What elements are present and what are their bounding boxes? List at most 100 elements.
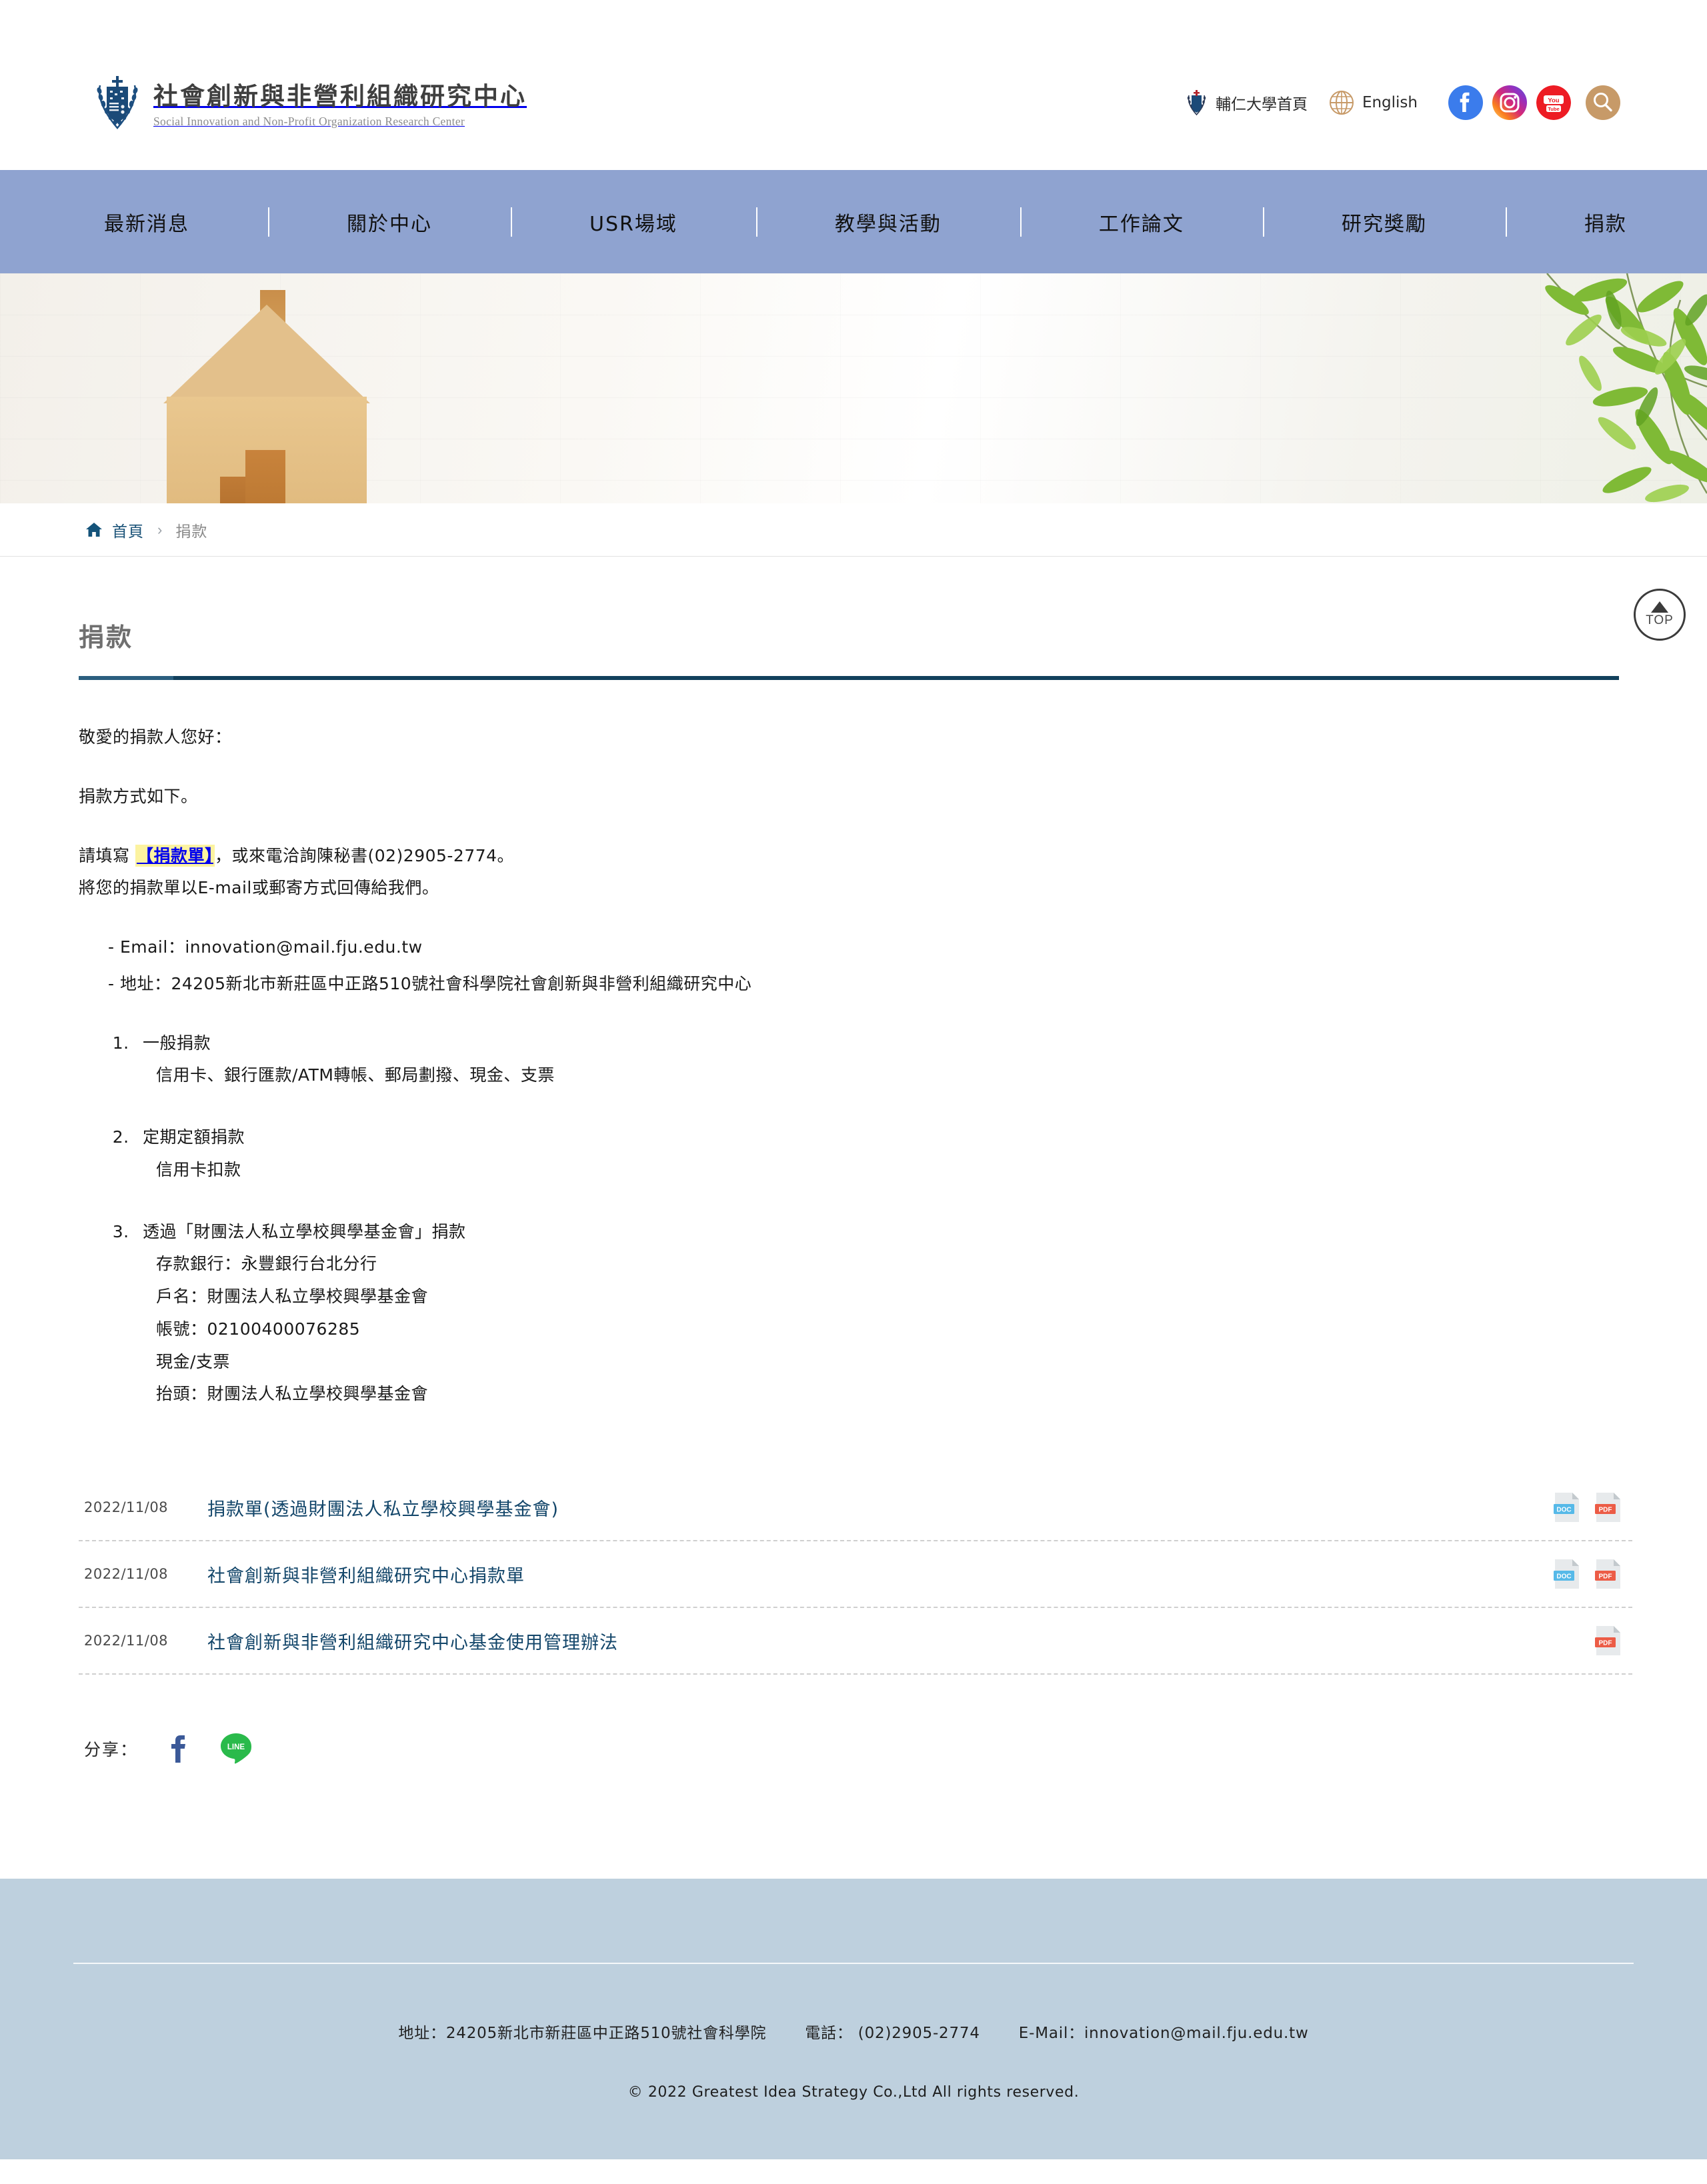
footer-divider: [73, 1963, 1634, 1964]
home-icon: [85, 522, 103, 538]
back-to-top-label: TOP: [1646, 613, 1674, 627]
nav-item-about[interactable]: 關於中心: [343, 207, 436, 237]
logo-title-en: Social Innovation and Non-Profit Organiz…: [153, 114, 465, 128]
footer-phone: 電話： (02)2905-2774: [805, 2025, 980, 2042]
pdf-file-icon[interactable]: PDF: [1595, 1559, 1622, 1589]
share-label: 分享：: [84, 1740, 139, 1759]
donation-return-paragraph: 將您的捐款單以E-mail或郵寄方式回傳給我們。: [79, 878, 439, 898]
nav-divider: [268, 207, 269, 237]
nav-item-papers[interactable]: 工作論文: [1095, 207, 1188, 237]
method-3-bank: 存款銀行：永豐銀行台北分行: [156, 1254, 377, 1274]
file-date: 2022/11/08: [84, 1633, 169, 1649]
table-row: 2022/11/08 社會創新與非營利組織研究中心捐款單 DOC PDF: [79, 1541, 1632, 1608]
greeting-paragraph: 敬愛的捐款人您好：: [79, 727, 232, 747]
file-icons: DOC PDF: [1554, 1492, 1632, 1523]
triangle-up-icon: [1651, 601, 1668, 613]
banner-wooden-house: [163, 290, 370, 503]
donation-methods-list: 一般捐款 信用卡、銀行匯款/ATM轉帳、郵局劃撥、現金、支票 定期定額捐款 信用…: [109, 1027, 1632, 1411]
file-date: 2022/11/08: [84, 1499, 169, 1515]
logo-title-cn: 社會創新與非營利組織研究中心: [153, 81, 527, 111]
fju-crest-icon: [93, 73, 141, 131]
intro-paragraph: 捐款方式如下。: [79, 786, 198, 806]
table-row: 2022/11/08 社會創新與非營利組織研究中心基金使用管理辦法 PDF: [79, 1608, 1632, 1675]
method-1-title: 一般捐款: [143, 1033, 211, 1053]
doc-file-icon[interactable]: DOC: [1554, 1492, 1580, 1523]
line-share-icon[interactable]: LINE: [219, 1732, 253, 1765]
method-3-account-number: 帳號：02100400076285: [156, 1319, 361, 1339]
youtube-icon[interactable]: You Tube: [1536, 85, 1571, 120]
contact-list: - Email：innovation@mail.fju.edu.tw - 地址：…: [108, 931, 1632, 1001]
globe-icon: [1329, 90, 1354, 115]
page-banner-image: [0, 273, 1707, 503]
site-header: 社會創新與非營利組織研究中心 Social Innovation and Non…: [0, 0, 1707, 170]
title-underline: [79, 676, 1619, 680]
bottom-spacer: [79, 1765, 1632, 1879]
breadcrumb-home-link[interactable]: 首頁: [112, 519, 144, 541]
svg-text:PDF: PDF: [1599, 1507, 1612, 1514]
footer-address: 地址：24205新北市新莊區中正路510號社會科學院: [398, 2025, 767, 2042]
svg-text:Tube: Tube: [1548, 106, 1560, 112]
form-line-pre: 請填寫: [79, 845, 135, 865]
file-icons: DOC PDF: [1554, 1559, 1632, 1589]
nav-divider: [755, 207, 757, 237]
file-title-link[interactable]: 社會創新與非營利組織研究中心捐款單: [207, 1561, 1554, 1587]
svg-text:PDF: PDF: [1599, 1640, 1612, 1647]
file-title-link[interactable]: 捐款單(透過財團法人私立學校興學基金會): [207, 1495, 1554, 1521]
contact-address: - 地址：24205新北市新莊區中正路510號社會科學院社會創新與非營利組織研究…: [108, 973, 752, 993]
donation-method-1: 一般捐款 信用卡、銀行匯款/ATM轉帳、郵局劃撥、現金、支票: [135, 1027, 1632, 1093]
nav-divider: [1020, 207, 1022, 237]
nav-divider: [1262, 207, 1264, 237]
footer-copyright: © 2022 Greatest Idea Strategy Co.,Ltd Al…: [627, 2084, 1080, 2101]
pdf-file-icon[interactable]: PDF: [1595, 1492, 1622, 1523]
method-3-account-name: 戶名：財團法人私立學校興學基金會: [156, 1287, 429, 1306]
instagram-icon[interactable]: [1492, 85, 1527, 120]
fju-small-crest-icon: [1186, 89, 1208, 116]
footer-contact-info: 地址：24205新北市新莊區中正路510號社會科學院 電話： (02)2905-…: [0, 2020, 1707, 2043]
line-share-text: LINE: [227, 1743, 245, 1751]
form-line-post: ，或來電洽詢陳秘書(02)2905-2774。: [214, 845, 515, 865]
file-icons: PDF: [1595, 1625, 1632, 1656]
search-icon[interactable]: [1586, 85, 1620, 120]
nav-divider: [1505, 207, 1507, 237]
pdf-file-icon[interactable]: PDF: [1595, 1625, 1622, 1656]
language-switch-label: English: [1362, 94, 1418, 111]
banner-foliage: [1040, 273, 1707, 503]
back-to-top-button[interactable]: TOP: [1634, 589, 1686, 641]
footer-email: E-Mail：innovation@mail.fju.edu.tw: [1018, 2025, 1309, 2042]
svg-text:You: You: [1548, 97, 1559, 104]
site-logo[interactable]: 社會創新與非營利組織研究中心 Social Innovation and Non…: [93, 73, 527, 131]
facebook-share-icon[interactable]: [169, 1733, 189, 1765]
svg-text:PDF: PDF: [1599, 1573, 1612, 1581]
table-row: 2022/11/08 捐款單(透過財團法人私立學校興學基金會) DOC PDF: [79, 1475, 1632, 1541]
university-home-link[interactable]: 輔仁大學首頁: [1186, 89, 1308, 116]
svg-text:DOC: DOC: [1556, 1573, 1571, 1581]
breadcrumb-current: 捐款: [175, 523, 208, 541]
nav-item-news[interactable]: 最新消息: [100, 207, 193, 237]
language-switch-link[interactable]: English: [1329, 90, 1418, 115]
main-navigation: 最新消息 關於中心 USR場域 教學與活動 工作論文 研究獎勵 捐款: [0, 170, 1707, 273]
breadcrumb: 首頁 › 捐款: [0, 503, 1707, 557]
svg-text:DOC: DOC: [1556, 1507, 1571, 1514]
donation-method-3: 透過「財團法人私立學校興學基金會」捐款 存款銀行：永豐銀行台北分行 戶名：財團法…: [135, 1216, 1632, 1411]
page-title: 捐款: [79, 623, 134, 652]
attachment-list: 2022/11/08 捐款單(透過財團法人私立學校興學基金會) DOC PDF …: [79, 1475, 1632, 1675]
donation-body-text: 敬愛的捐款人您好： 捐款方式如下。 請填寫 【捐款單】，或來電洽詢陳秘書(02)…: [79, 721, 1632, 1411]
doc-file-icon[interactable]: DOC: [1554, 1559, 1580, 1589]
method-3-title: 透過「財團法人私立學校興學基金會」捐款: [143, 1221, 466, 1241]
file-date: 2022/11/08: [84, 1566, 169, 1582]
main-content-area: TOP 捐款 敬愛的捐款人您好： 捐款方式如下。 請填寫 【捐款單】，或來電洽詢…: [0, 557, 1707, 1879]
site-footer: 地址：24205新北市新莊區中正路510號社會科學院 電話： (02)2905-…: [0, 1879, 1707, 2159]
nav-item-donation[interactable]: 捐款: [1580, 207, 1631, 237]
nav-item-usr[interactable]: USR場域: [585, 207, 681, 237]
university-home-label: 輔仁大學首頁: [1215, 96, 1308, 113]
method-1-line-1: 信用卡、銀行匯款/ATM轉帳、郵局劃撥、現金、支票: [156, 1065, 555, 1085]
file-title-link[interactable]: 社會創新與非營利組織研究中心基金使用管理辦法: [207, 1628, 1595, 1654]
contact-email: - Email：innovation@mail.fju.edu.tw: [108, 937, 423, 957]
nav-item-awards[interactable]: 研究獎勵: [1338, 207, 1431, 237]
donation-form-link[interactable]: 【捐款單】: [135, 844, 215, 867]
nav-item-teaching[interactable]: 教學與活動: [831, 207, 946, 237]
facebook-icon[interactable]: [1448, 85, 1483, 120]
method-3-cash-check: 現金/支票: [156, 1351, 230, 1371]
method-3-payee: 抬頭：財團法人私立學校興學基金會: [156, 1384, 429, 1404]
donation-method-2: 定期定額捐款 信用卡扣款: [135, 1121, 1632, 1187]
